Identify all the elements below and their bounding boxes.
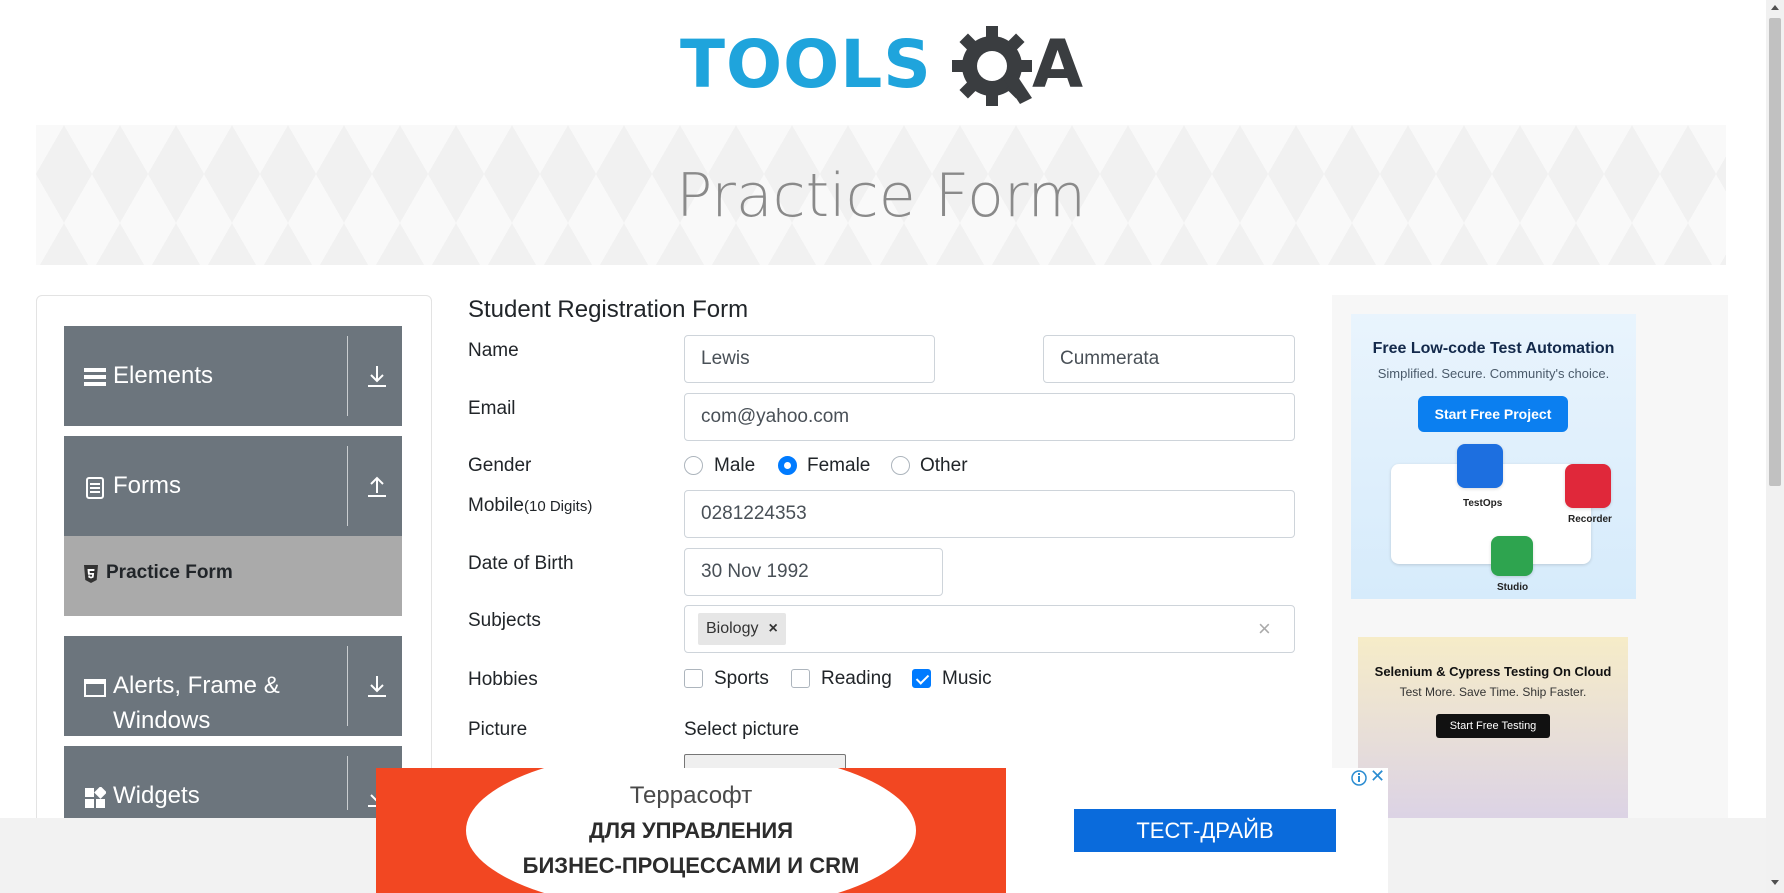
scrollbar-thumb[interactable] [1769, 18, 1781, 486]
recorder-icon [1565, 464, 1611, 508]
gender-other-label[interactable]: Other [920, 455, 968, 477]
logo-text-a: A [1032, 26, 1084, 103]
email-label: Email [468, 398, 516, 419]
menu-group-forms[interactable]: Forms [64, 436, 402, 536]
hobby-music-label[interactable]: Music [942, 668, 992, 690]
menu-group-widgets[interactable]: Widgets [64, 746, 402, 820]
ad-title: Free Low-code Test Automation [1372, 340, 1615, 357]
email-input[interactable]: com@yahoo.com [684, 393, 1295, 441]
window-icon [84, 679, 106, 697]
ad-subtitle: Simplified. Secure. Community's choice. [1377, 366, 1610, 381]
menu-separator [347, 756, 348, 810]
page-title: Practice Form [676, 161, 1086, 231]
subjects-label: Subjects [468, 610, 541, 631]
upload-arrow-icon[interactable] [364, 473, 390, 499]
gender-female-radio[interactable] [778, 456, 797, 475]
ad-text-line1: ДЛЯ УПРАВЛЕНИЯ [588, 818, 794, 843]
test-drive-button[interactable]: ТЕСТ-ДРАЙВ [1074, 809, 1336, 852]
menu-group-alerts-frame-windows[interactable]: Alerts, Frame & Windows [64, 636, 402, 736]
mobile-input[interactable]: 0281224353 [684, 490, 1295, 538]
studio-label: Studio [1497, 582, 1529, 593]
menu-separator [347, 446, 348, 526]
gender-male-radio[interactable] [684, 456, 703, 475]
menu-item-practice-form[interactable]: Practice Form [64, 536, 402, 616]
ad-subtitle: Test More. Save Time. Ship Faster. [1399, 685, 1587, 699]
dob-label: Date of Birth [468, 553, 574, 574]
clear-icon[interactable]: × [1258, 616, 1271, 642]
hobby-reading-label[interactable]: Reading [821, 668, 892, 690]
mobile-hint: (10 Digits) [523, 498, 593, 515]
name-label: Name [468, 340, 519, 361]
menu-group-label-line2: Windows [113, 707, 211, 734]
html5-icon [84, 565, 98, 583]
gender-other-radio[interactable] [891, 456, 910, 475]
recorder-label: Recorder [1568, 514, 1612, 525]
adchoices-icon[interactable] [1350, 769, 1368, 787]
ad-title: Selenium & Cypress Testing On Cloud [1374, 664, 1612, 679]
menu-item-label: Practice Form [106, 562, 233, 583]
page-scrollbar[interactable] [1766, 0, 1784, 893]
menu-group-label: Elements [113, 362, 214, 389]
gender-label: Gender [468, 455, 532, 476]
menu-group-label: Forms [113, 472, 181, 499]
mobile-label: Mobile(10 Digits) [468, 495, 592, 517]
subject-tag: Biology × [698, 613, 786, 645]
testops-label: TestOps [1463, 498, 1503, 509]
ad-brand: Террасофт [629, 782, 753, 809]
menu-group-elements[interactable]: Elements [64, 326, 402, 426]
hobby-reading-checkbox[interactable] [791, 669, 810, 688]
form-title: Student Registration Form [468, 296, 749, 323]
menu-separator [347, 646, 348, 726]
first-name-input[interactable]: Lewis [684, 335, 935, 383]
remove-tag-icon[interactable]: × [768, 620, 777, 637]
hobby-music-checkbox[interactable] [912, 669, 931, 688]
testops-icon [1457, 444, 1503, 488]
scroll-down-icon[interactable] [1771, 880, 1779, 885]
start-free-project-button[interactable]: Start Free Project [1418, 396, 1568, 432]
menu-separator [347, 336, 348, 416]
hobby-sports-checkbox[interactable] [684, 669, 703, 688]
menu-group-label: Alerts, Frame & [113, 672, 280, 699]
select-picture-label: Select picture [684, 719, 800, 740]
hobby-sports-label[interactable]: Sports [714, 668, 769, 690]
toolsqa-logo[interactable]: TOOLS A [680, 18, 1090, 118]
ad-lambdatest[interactable]: Selenium & Cypress Testing On Cloud Test… [1358, 637, 1628, 837]
bottom-ad-banner[interactable]: Террасофт ДЛЯ УПРАВЛЕНИЯ БИЗНЕС-ПРОЦЕССА… [376, 768, 1388, 893]
ad-text-line2: БИЗНЕС-ПРОЦЕССАМИ И CRM [522, 853, 860, 878]
subject-tag-label: Biology [706, 620, 759, 637]
studio-icon [1491, 536, 1533, 576]
last-name-input[interactable]: Cummerata [1043, 335, 1295, 383]
download-arrow-icon[interactable] [364, 363, 390, 389]
close-ad-icon[interactable]: ✕ [1370, 766, 1385, 787]
left-menu: Elements Forms Practice Form Alerts, Fra… [36, 295, 432, 835]
hamburger-icon [84, 368, 106, 386]
gender-female-label[interactable]: Female [807, 455, 870, 477]
start-free-testing-button[interactable]: Start Free Testing [1436, 714, 1550, 738]
scroll-up-icon[interactable] [1771, 5, 1779, 10]
picture-label: Picture [468, 719, 528, 740]
menu-group-label: Widgets [113, 782, 200, 809]
gender-male-label[interactable]: Male [714, 455, 755, 477]
page-banner: Practice Form [36, 125, 1726, 265]
logo-text-tools: TOOLS [680, 26, 932, 103]
dob-input[interactable]: 30 Nov 1992 [684, 548, 943, 596]
ad-katalon[interactable]: Free Low-code Test Automation Simplified… [1351, 314, 1636, 599]
mobile-label-text: Mobile [468, 495, 524, 516]
hobbies-label: Hobbies [468, 669, 538, 690]
document-icon [86, 477, 104, 499]
widgets-icon [85, 787, 106, 808]
download-arrow-icon[interactable] [364, 673, 390, 699]
